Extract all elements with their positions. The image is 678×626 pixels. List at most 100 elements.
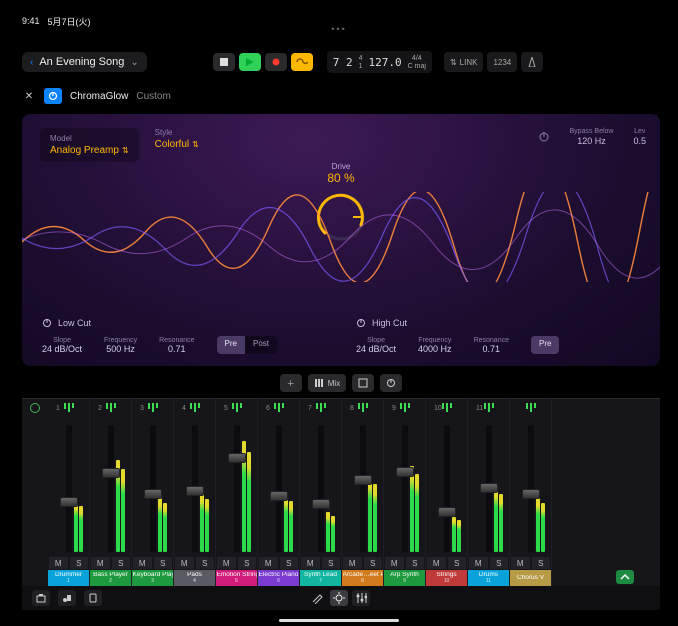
- mute-button[interactable]: M: [48, 556, 69, 570]
- highcut-res[interactable]: Resonance0.71: [474, 337, 509, 354]
- mute-button[interactable]: M: [132, 556, 153, 570]
- fader[interactable]: [384, 421, 425, 556]
- mix-view-button[interactable]: Mix: [308, 374, 346, 392]
- solo-button[interactable]: S: [195, 556, 216, 570]
- solo-button[interactable]: S: [405, 556, 426, 570]
- fader-cap[interactable]: [522, 489, 540, 499]
- home-indicator[interactable]: [279, 619, 399, 622]
- mute-button[interactable]: M: [468, 556, 489, 570]
- song-menu-chevron-icon[interactable]: ⌄: [130, 57, 138, 68]
- lowcut-freq[interactable]: Frequency500 Hz: [104, 337, 137, 354]
- highcut-freq[interactable]: Frequency4000 Hz: [418, 337, 452, 354]
- solo-button[interactable]: S: [69, 556, 90, 570]
- track-label[interactable]: Arp Synth9: [384, 570, 425, 586]
- fader[interactable]: [258, 421, 299, 556]
- sound-library-button[interactable]: [58, 590, 76, 606]
- song-title-button[interactable]: ‹ An Evening Song ⌄: [22, 52, 147, 72]
- track-label[interactable]: Drummer1: [48, 570, 89, 586]
- fader-cap[interactable]: [312, 499, 330, 509]
- mixer-power-button[interactable]: [380, 374, 402, 392]
- lowcut-prepost[interactable]: PrePost: [217, 336, 277, 354]
- mute-button[interactable]: M: [342, 556, 363, 570]
- lowcut-power-icon[interactable]: [42, 318, 52, 328]
- settings-sliders-button[interactable]: [352, 590, 370, 606]
- mute-button[interactable]: M: [216, 556, 237, 570]
- fader-cap[interactable]: [438, 507, 456, 517]
- highcut-prepost[interactable]: Pre: [531, 336, 559, 354]
- bypass-below-param[interactable]: Bypass Below120 Hz: [570, 128, 614, 146]
- browser-button[interactable]: [84, 590, 102, 606]
- mixer-channel[interactable]: MSEmotion Strings5: [216, 399, 258, 586]
- model-select[interactable]: Model Analog Preamp⇅: [40, 128, 139, 162]
- highcut-slope[interactable]: Slope24 dB/Oct: [356, 337, 396, 354]
- back-chevron-icon[interactable]: ‹: [30, 57, 33, 68]
- lowcut-res[interactable]: Resonance0.71: [159, 337, 194, 354]
- fader[interactable]: [510, 421, 551, 556]
- solo-button[interactable]: S: [237, 556, 258, 570]
- plugin-power-button[interactable]: [44, 88, 62, 104]
- fader[interactable]: [300, 421, 341, 556]
- solo-button[interactable]: S: [489, 556, 510, 570]
- mixer-channel[interactable]: MSDrums11: [468, 399, 510, 586]
- mute-button[interactable]: M: [258, 556, 279, 570]
- solo-button[interactable]: S: [363, 556, 384, 570]
- link-button[interactable]: ⇅LINK: [444, 52, 484, 72]
- add-track-button[interactable]: ＋: [280, 374, 302, 392]
- fader[interactable]: [468, 421, 509, 556]
- mixer-channel[interactable]: MSArcade…eet Pad8: [342, 399, 384, 586]
- plugin-preset[interactable]: Custom: [136, 91, 170, 102]
- highcut-power-icon[interactable]: [356, 318, 366, 328]
- style-select[interactable]: Style Colorful⇅: [155, 128, 199, 150]
- fader-cap[interactable]: [60, 497, 78, 507]
- fader-cap[interactable]: [480, 483, 498, 493]
- mute-button[interactable]: M: [174, 556, 195, 570]
- fader-cap[interactable]: [144, 489, 162, 499]
- track-label[interactable]: Pads4: [174, 570, 215, 586]
- mute-button[interactable]: M: [384, 556, 405, 570]
- mixer-channel[interactable]: MSChorus V: [510, 399, 552, 586]
- solo-button[interactable]: S: [111, 556, 132, 570]
- plugin-slot-button[interactable]: [352, 374, 374, 392]
- mixer-channel[interactable]: MSBass Player2: [90, 399, 132, 586]
- fader[interactable]: [216, 421, 257, 556]
- track-label[interactable]: Drums11: [468, 570, 509, 586]
- fader-cap[interactable]: [228, 453, 246, 463]
- play-button[interactable]: [239, 53, 261, 71]
- track-label[interactable]: Bass Player2: [90, 570, 131, 586]
- track-label[interactable]: Strings10: [426, 570, 467, 586]
- solo-button[interactable]: S: [153, 556, 174, 570]
- track-label[interactable]: Emotion Strings5: [216, 570, 257, 586]
- mixer-channel[interactable]: MSKeyboard Player3: [132, 399, 174, 586]
- fader[interactable]: [174, 421, 215, 556]
- mixer-channel[interactable]: MSArp Synth9: [384, 399, 426, 586]
- count-in-button[interactable]: 1234: [487, 52, 517, 72]
- track-label[interactable]: Chorus V: [510, 570, 551, 586]
- mixer-channel[interactable]: MSDrummer1: [48, 399, 90, 586]
- fader[interactable]: [426, 421, 467, 556]
- record-enable-indicator[interactable]: [30, 403, 40, 413]
- fader[interactable]: [132, 421, 173, 556]
- fader[interactable]: [48, 421, 89, 556]
- fader-cap[interactable]: [186, 486, 204, 496]
- fader-cap[interactable]: [396, 467, 414, 477]
- lcd-display[interactable]: 7 2 41 127.0 4/4C maj: [327, 51, 432, 73]
- pencil-tool-button[interactable]: [308, 590, 326, 606]
- mixer-channel[interactable]: MSSynth Lead7: [300, 399, 342, 586]
- bypass-below-power-icon[interactable]: [538, 128, 550, 146]
- fader-cap[interactable]: [354, 475, 372, 485]
- mute-button[interactable]: M: [300, 556, 321, 570]
- track-label[interactable]: Synth Lead7: [300, 570, 341, 586]
- level-param[interactable]: Lev0.5: [633, 128, 646, 146]
- mixer-channel[interactable]: MSElectric Piano6: [258, 399, 300, 586]
- expand-mixer-button[interactable]: [616, 570, 634, 584]
- mixer-channel[interactable]: MSStrings10: [426, 399, 468, 586]
- mixer-channel[interactable]: MSPads4: [174, 399, 216, 586]
- track-label[interactable]: Electric Piano6: [258, 570, 299, 586]
- track-label[interactable]: Keyboard Player3: [132, 570, 173, 586]
- brightness-button[interactable]: [330, 590, 348, 606]
- solo-button[interactable]: S: [447, 556, 468, 570]
- fader-cap[interactable]: [270, 491, 288, 501]
- fader-cap[interactable]: [102, 468, 120, 478]
- fader[interactable]: [90, 421, 131, 556]
- mute-button[interactable]: M: [90, 556, 111, 570]
